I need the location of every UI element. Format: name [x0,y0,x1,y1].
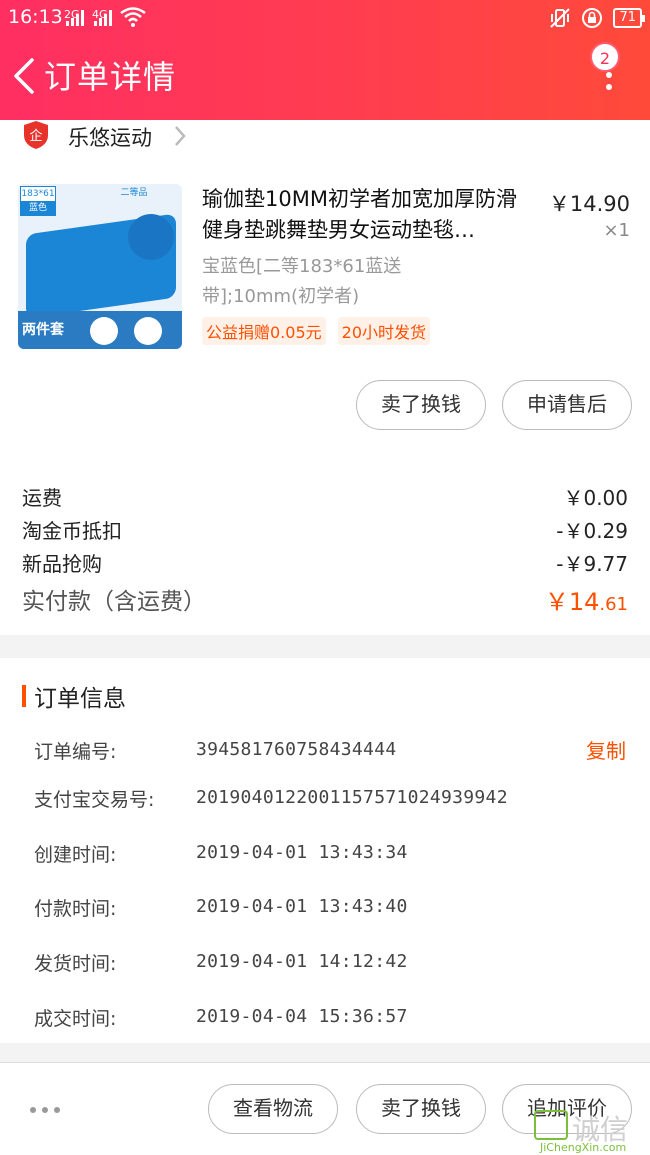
completed-time-value: 2019-04-04 15:36:57 [196,1006,408,1027]
signal-icon [66,10,88,26]
sell-for-cash-button-bottom[interactable]: 卖了换钱 [356,1084,486,1134]
notification-badge: 2 [590,42,620,72]
created-time-label: 创建时间: [34,844,117,866]
order-info-title: 订单信息 [34,686,126,712]
total-paid-amount: ￥14.61 [544,588,628,616]
created-time-value: 2019-04-01 13:43:34 [196,842,408,863]
chevron-right-icon [175,126,186,146]
status-time: 16:13 [8,6,63,28]
more-dot-icon [606,84,612,90]
product-price: ￥14.90 [548,192,630,216]
shop-badge-icon: 企 [24,121,48,149]
shop-name[interactable]: 乐悠运动 [68,122,152,152]
vibrate-icon [550,8,571,28]
fee-row-coin-deduction: 淘金币抵扣 -￥0.29 [22,519,628,543]
battery-indicator: 71 [613,8,645,28]
svg-text:企: 企 [29,128,42,144]
product-spec: 宝蓝色[二等183*61蓝送带];10mm(初学者) [202,256,402,307]
product-title[interactable]: 瑜伽垫10MM初学者加宽加厚防滑健身垫跳舞垫男女运动垫毯… [202,184,534,246]
wifi-icon [120,7,146,27]
order-number-value: 394581760758434444 [196,739,397,760]
shipped-time-label: 发货时间: [34,953,117,975]
completed-time-label: 成交时间: [34,1008,117,1030]
product-image[interactable]: 183*61 蓝色 二等品 两件套 [18,184,182,349]
image-size-tag: 183*61 蓝色 [20,186,56,216]
alipay-trade-number-value: 2019040122001157571024939942 [196,787,508,808]
order-info-card: 订单信息 订单编号: 394581760758434444 复制 支付宝交易号:… [0,658,650,1043]
shop-row[interactable]: 企 乐悠运动 [0,120,650,152]
shipping-time-tag: 20小时发货 [337,317,431,345]
page-title: 订单详情 [44,58,177,96]
back-arrow-icon[interactable] [10,58,38,94]
product-tags: 公益捐赠0.05元 20小时发货 [202,317,431,345]
order-item-card: 企 乐悠运动 183*61 蓝色 二等品 两件套 瑜伽垫10MM初学者加宽加厚防滑… [0,120,650,635]
view-logistics-button[interactable]: 查看物流 [208,1084,338,1134]
section-accent-bar [22,685,26,707]
lock-rotation-icon [582,8,603,28]
signal-icon-2 [94,10,116,26]
status-bar: 16:13 2G 4G 71 [0,0,650,36]
more-actions-icon[interactable] [30,1107,60,1113]
fee-row-new-product: 新品抢购 -￥9.77 [22,552,628,576]
copy-order-number-button[interactable]: 复制 [586,735,626,764]
charity-tag: 公益捐赠0.05元 [202,317,326,345]
alipay-trade-number-label: 支付宝交易号: [34,789,155,811]
total-paid-row: 实付款（含运费） ￥14.61 [22,582,628,616]
fee-row-shipping: 运费 ￥0.00 [22,486,628,510]
image-set-label: 两件套 [22,322,64,338]
product-quantity: ×1 [603,220,630,241]
header-bar: 16:13 2G 4G 71 订单详情 2 [0,0,650,120]
sell-for-cash-button[interactable]: 卖了换钱 [356,380,486,430]
image-grade-text: 二等品 [120,188,148,198]
shipped-time-value: 2019-04-01 14:12:42 [196,951,408,972]
request-after-sale-button[interactable]: 申请售后 [502,380,632,430]
watermark-logo: 诚信 JiChengXin.com [532,1110,650,1155]
order-number-label: 订单编号: [34,741,117,763]
more-dot-icon [606,72,612,78]
paid-time-value: 2019-04-01 13:43:40 [196,896,408,917]
more-menu-button[interactable]: 2 [588,42,628,102]
paid-time-label: 付款时间: [34,898,117,920]
total-paid-label: 实付款（含运费） [22,589,206,615]
